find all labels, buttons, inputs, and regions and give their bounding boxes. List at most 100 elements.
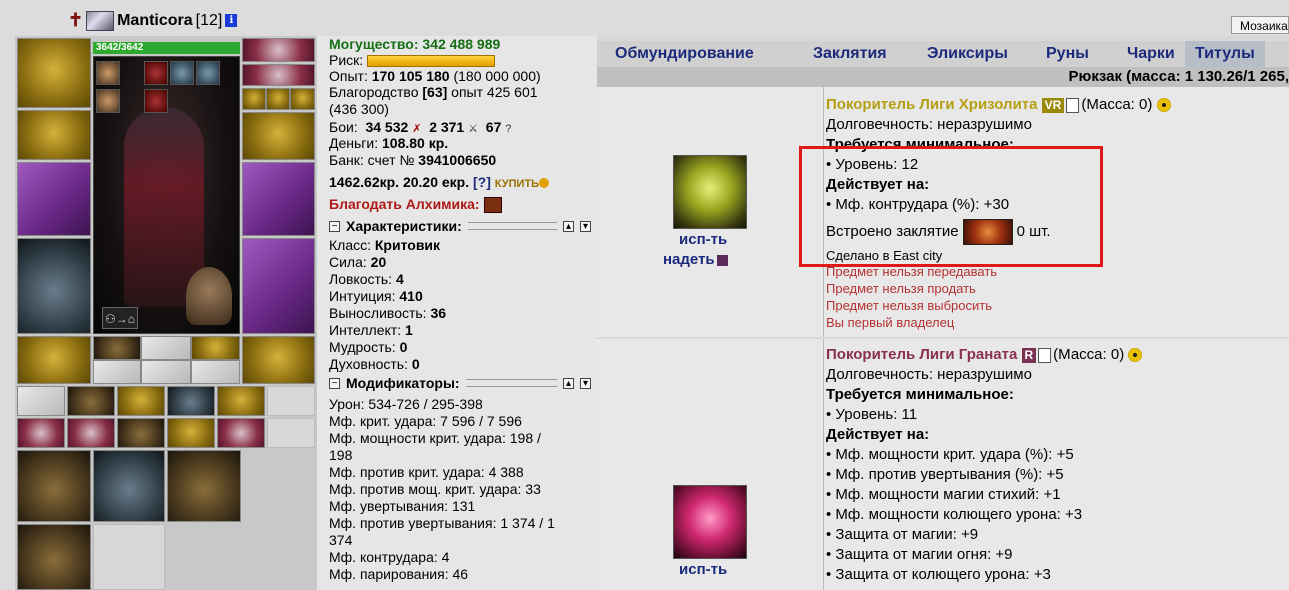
tab-spells[interactable]: Заклятия xyxy=(813,41,887,67)
class-line: Класс: Критовик xyxy=(329,237,440,253)
quick-slot[interactable] xyxy=(167,418,215,448)
act-line: • Мф. контрудара (%): +30 xyxy=(826,196,1010,213)
mod-line: Урон: 534-726 / 295-398 xyxy=(329,396,483,412)
quick-slot[interactable] xyxy=(117,386,165,416)
valor-label: Благородство xyxy=(329,84,419,100)
bracers-slot[interactable] xyxy=(17,110,91,160)
quick-slot[interactable] xyxy=(17,418,65,448)
quick-slot[interactable] xyxy=(17,386,65,416)
helmet-slot[interactable] xyxy=(17,38,91,108)
agi-value: 4 xyxy=(395,271,404,287)
collapse-icon[interactable]: − xyxy=(329,377,340,389)
divider xyxy=(467,222,557,230)
quick-slot[interactable] xyxy=(217,418,265,448)
radiation-icon xyxy=(1128,348,1143,363)
quick-slot[interactable] xyxy=(167,386,215,416)
mod-line: Мф. крит. удара: 7 596 / 7 596 xyxy=(329,413,522,429)
quick-slot[interactable] xyxy=(67,386,115,416)
bag-slot[interactable] xyxy=(93,524,165,590)
buff-icon[interactable] xyxy=(170,61,194,85)
buff-icon[interactable] xyxy=(144,61,168,85)
offhand-slot[interactable] xyxy=(242,162,315,236)
quick-slot[interactable] xyxy=(217,386,265,416)
dress-up-icon[interactable]: ⚇→⌂ xyxy=(102,307,138,329)
buff-icon[interactable] xyxy=(144,89,168,113)
arrow-up-icon[interactable]: ▴ xyxy=(563,220,574,232)
item-name[interactable]: Покоритель Лиги Граната xyxy=(826,346,1017,363)
item-name[interactable]: Покоритель Лиги Хризолита xyxy=(826,96,1038,113)
garnet-gem-icon[interactable] xyxy=(673,485,747,559)
wis-line: Мудрость: 0 xyxy=(329,339,407,355)
rune-slot[interactable] xyxy=(191,360,240,384)
armor-slot[interactable] xyxy=(17,238,91,334)
quick-slot[interactable] xyxy=(267,386,315,416)
quick-slot[interactable] xyxy=(67,418,115,448)
bag-slot[interactable] xyxy=(93,450,165,522)
act-line: • Защита от магии огня: +9 xyxy=(826,546,1013,563)
bag-slot[interactable] xyxy=(167,450,241,522)
amulet-slot[interactable] xyxy=(242,38,315,62)
gloves-slot[interactable] xyxy=(242,112,315,160)
accessory-slot[interactable] xyxy=(141,336,191,360)
end-line: Выносливость: 36 xyxy=(329,305,446,321)
req-header: Требуется минимальное: xyxy=(826,136,1014,153)
weapon-slot[interactable] xyxy=(17,162,91,236)
power-value: 342 488 989 xyxy=(422,36,501,52)
pet-figure xyxy=(186,267,232,325)
characteristics-header: − Характеристики: ▴ ▾ xyxy=(329,218,591,234)
loss-icon: ⚔ xyxy=(468,123,478,135)
item-icon-cell: исп-ть надеть xyxy=(597,87,824,337)
copy-icon[interactable] xyxy=(1038,347,1052,363)
character-level: [12] xyxy=(195,11,223,29)
tab-runes[interactable]: Руны xyxy=(1046,41,1089,67)
clan-logo-icon[interactable] xyxy=(86,10,115,31)
mod-line: Мф. парирования: 46 xyxy=(329,566,469,582)
buff-icon[interactable] xyxy=(96,61,120,85)
buy-link[interactable]: КУПИТЬ xyxy=(495,178,539,190)
legs-slot[interactable] xyxy=(242,238,315,334)
ring2-slot[interactable] xyxy=(266,88,290,110)
mosaic-button[interactable]: Мозаика xyxy=(1231,16,1289,34)
bank-help-link[interactable]: [?] xyxy=(473,174,491,190)
end-label: Выносливость: xyxy=(329,305,427,321)
req-line: • Уровень: 12 xyxy=(826,156,919,173)
collapse-icon[interactable]: − xyxy=(329,220,340,232)
arrow-down-icon[interactable]: ▾ xyxy=(580,220,591,232)
buff-icon[interactable] xyxy=(96,89,120,113)
belt-slot[interactable] xyxy=(17,336,91,384)
use-link[interactable]: исп-ть xyxy=(679,561,727,578)
info-icon[interactable]: i xyxy=(225,14,238,27)
buff-icon[interactable] xyxy=(196,61,220,85)
tab-elixirs[interactable]: Эликсиры xyxy=(927,41,1008,67)
tab-equipment[interactable]: Обмундирование xyxy=(615,41,754,67)
quick-slot[interactable] xyxy=(117,418,165,448)
use-link[interactable]: исп-ть xyxy=(679,231,727,248)
item-mass: (Масса: 0) xyxy=(1053,346,1125,363)
chrysolite-gem-icon[interactable] xyxy=(673,155,747,229)
coin-icon xyxy=(539,178,550,189)
copy-icon[interactable] xyxy=(1066,97,1080,113)
ring3-slot[interactable] xyxy=(290,88,315,110)
earring-slot[interactable] xyxy=(242,64,315,86)
tab-charms[interactable]: Чарки xyxy=(1127,41,1175,67)
wear-link[interactable]: надеть xyxy=(663,251,715,268)
exp-value: 170 105 180 xyxy=(371,68,450,84)
arrow-down-icon[interactable]: ▾ xyxy=(580,377,591,389)
ring1-slot[interactable] xyxy=(242,88,266,110)
bag-slot[interactable] xyxy=(17,524,91,590)
rune-slot[interactable] xyxy=(141,360,191,384)
tab-titles[interactable]: Титулы xyxy=(1185,41,1265,67)
rune-slot[interactable] xyxy=(93,360,141,384)
bag-slot[interactable] xyxy=(17,450,91,522)
act-line: • Мф. мощности магии стихий: +1 xyxy=(826,486,1061,503)
accessory-slot[interactable] xyxy=(191,336,240,360)
boots-slot[interactable] xyxy=(242,336,315,384)
characteristics-title: Характеристики: xyxy=(346,218,462,234)
character-avatar[interactable]: ⚇→⌂ xyxy=(93,56,240,334)
act-line: • Мф. мощности крит. удара (%): +5 xyxy=(826,446,1074,463)
spell-icon[interactable] xyxy=(962,219,1013,246)
accessory-slot[interactable] xyxy=(93,336,141,360)
alchemist-icon[interactable] xyxy=(483,197,502,214)
quick-slot[interactable] xyxy=(267,418,315,448)
arrow-up-icon[interactable]: ▴ xyxy=(563,377,574,389)
